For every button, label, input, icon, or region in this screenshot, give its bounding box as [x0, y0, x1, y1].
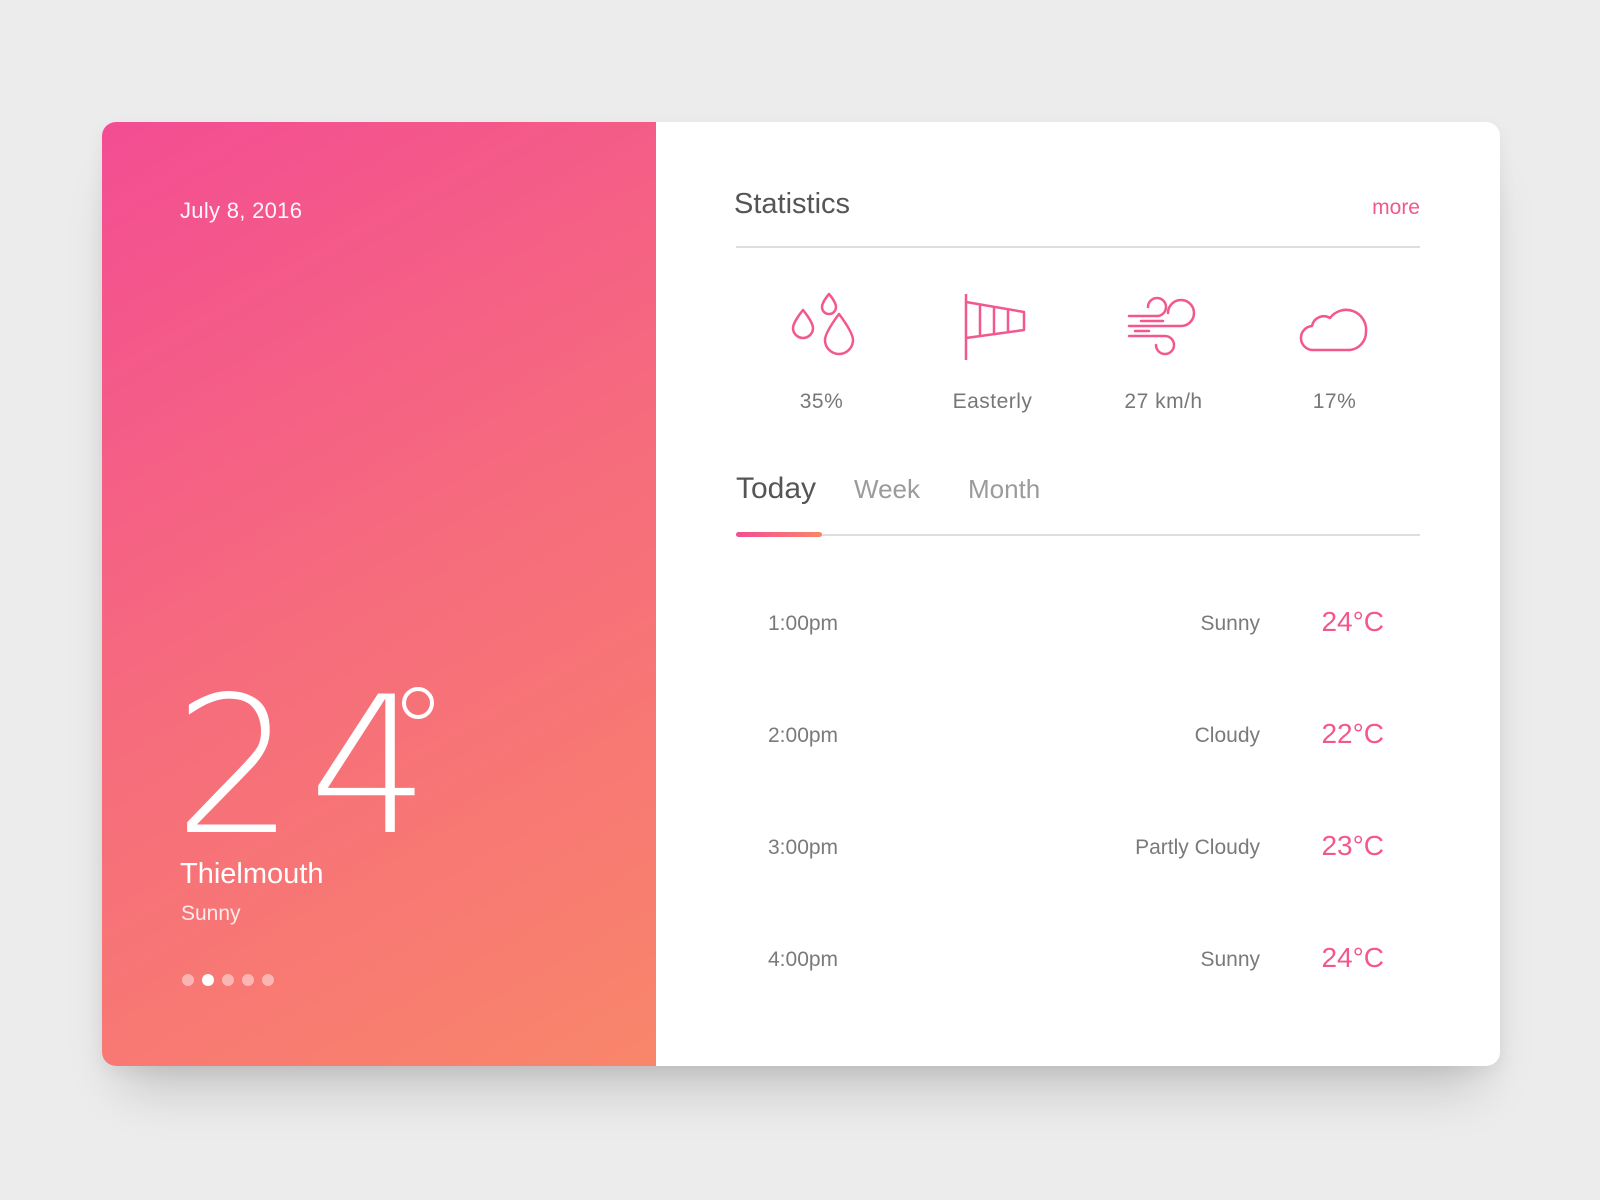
- wind-direction-value: Easterly: [952, 390, 1033, 413]
- forecast-temperature: 24°C: [1321, 606, 1384, 637]
- humidity-value: 35%: [799, 390, 844, 413]
- forecast-condition: Sunny: [1200, 612, 1260, 635]
- forecast-condition: Sunny: [1200, 948, 1260, 971]
- stat-wind-speed: 27 km/h: [1078, 292, 1249, 414]
- forecast-temperature: 22°C: [1321, 718, 1384, 749]
- cloud-icon: [1299, 308, 1367, 352]
- stat-humidity: 35%: [736, 292, 907, 414]
- forecast-time: 2:00pm: [768, 724, 839, 747]
- active-tab-indicator: [736, 532, 822, 537]
- forecast-condition: Partly Cloudy: [1135, 836, 1260, 859]
- statistics-divider: [736, 246, 1420, 248]
- windsock-icon: [964, 294, 1025, 360]
- tabs-divider: [736, 534, 1420, 536]
- tab-today[interactable]: Today: [736, 472, 816, 506]
- forecast-temperature: 24°C: [1321, 942, 1384, 973]
- forecast-row[interactable]: 3:00pm Partly Cloudy 23°C: [736, 792, 1420, 904]
- statistics-row: 35% Easterly 27 km/h 17%: [736, 292, 1420, 414]
- pager-dot[interactable]: [262, 974, 274, 986]
- cloud-cover-value: 17%: [1312, 390, 1357, 413]
- more-link[interactable]: more: [1372, 196, 1420, 220]
- wind-icon: [1127, 296, 1195, 356]
- stat-wind-direction: Easterly: [907, 292, 1078, 414]
- degree-symbol-icon: [402, 687, 434, 719]
- tab-week[interactable]: Week: [854, 474, 920, 505]
- tab-month[interactable]: Month: [968, 474, 1040, 505]
- humidity-drops-icon: [791, 292, 854, 356]
- forecast-time: 4:00pm: [768, 948, 839, 971]
- current-date: July 8, 2016: [180, 198, 303, 223]
- forecast-row[interactable]: 1:00pm Sunny 24°C: [736, 568, 1420, 680]
- forecast-temperature: 23°C: [1321, 830, 1384, 861]
- forecast-time: 1:00pm: [768, 612, 839, 635]
- hourly-forecast-list: 1:00pm Sunny 24°C 2:00pm Cloudy 22°C 3:0…: [736, 568, 1420, 1016]
- details-panel: Statistics more 35% Easterly 27 km/h 17%…: [656, 122, 1500, 1066]
- pager-dot[interactable]: [222, 974, 234, 986]
- pager-dot[interactable]: [182, 974, 194, 986]
- weather-card: July 8, 2016 24 Thielmouth Sunny Statist…: [102, 122, 1500, 1066]
- city-name: Thielmouth: [180, 858, 324, 890]
- current-condition: Sunny: [181, 902, 241, 925]
- forecast-row[interactable]: 4:00pm Sunny 24°C: [736, 904, 1420, 1016]
- current-weather-panel: July 8, 2016 24 Thielmouth Sunny: [102, 122, 656, 1066]
- statistics-title: Statistics: [734, 188, 851, 220]
- forecast-row[interactable]: 2:00pm Cloudy 22°C: [736, 680, 1420, 792]
- forecast-condition: Cloudy: [1194, 724, 1260, 747]
- location-pager: [182, 974, 274, 986]
- pager-dot-active[interactable]: [202, 974, 214, 986]
- stat-cloud-cover: 17%: [1249, 292, 1420, 414]
- forecast-time: 3:00pm: [768, 836, 839, 859]
- pager-dot[interactable]: [242, 974, 254, 986]
- wind-speed-value: 27 km/h: [1124, 390, 1203, 413]
